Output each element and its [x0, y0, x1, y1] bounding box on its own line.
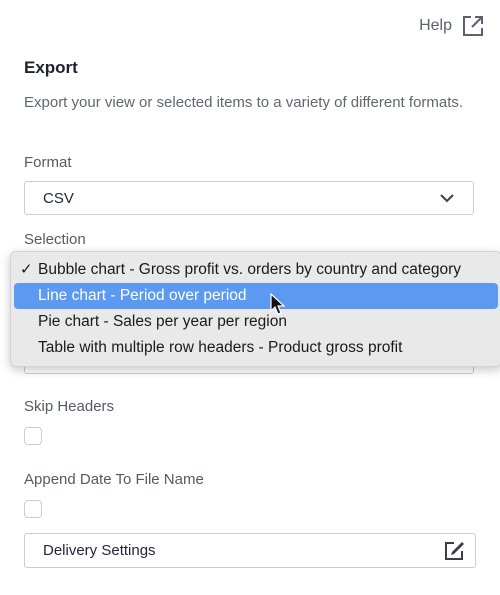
delivery-settings-label: Delivery Settings: [43, 542, 156, 559]
delivery-settings-button[interactable]: Delivery Settings: [24, 533, 476, 568]
chevron-down-icon: [440, 194, 454, 203]
panel-description: Export your view or selected items to a …: [24, 94, 464, 111]
checkmark-icon: ✓: [20, 261, 33, 278]
export-panel: Help Export Export your view or selected…: [0, 0, 500, 595]
skip-headers-label: Skip Headers: [24, 398, 115, 415]
append-date-checkbox[interactable]: [24, 500, 42, 518]
menu-item-label: Table with multiple row headers - Produc…: [38, 339, 403, 356]
help-link[interactable]: Help: [419, 15, 484, 37]
external-link-icon: [463, 16, 483, 36]
menu-item-line-chart[interactable]: Line chart - Period over period: [14, 283, 498, 309]
menu-item-label: Line chart - Period over period: [38, 287, 247, 304]
menu-item-table[interactable]: Table with multiple row headers - Produc…: [14, 335, 498, 361]
menu-item-label: Pie chart - Sales per year per region: [38, 313, 287, 330]
format-label: Format: [24, 154, 72, 171]
menu-item-bubble-chart[interactable]: ✓ Bubble chart - Gross profit vs. orders…: [14, 257, 498, 283]
selection-dropdown-menu: ✓ Bubble chart - Gross profit vs. orders…: [10, 251, 500, 367]
menu-item-label: Bubble chart - Gross profit vs. orders b…: [38, 261, 461, 278]
mouse-cursor-icon: [270, 293, 286, 315]
format-value: CSV: [43, 189, 74, 207]
skip-headers-checkbox[interactable]: [24, 427, 42, 445]
panel-title: Export: [24, 58, 78, 77]
format-select[interactable]: CSV: [24, 181, 474, 215]
edit-icon: [445, 541, 464, 560]
help-label: Help: [419, 17, 452, 34]
selection-label: Selection: [24, 231, 86, 248]
append-date-label: Append Date To File Name: [24, 471, 204, 488]
menu-item-pie-chart[interactable]: Pie chart - Sales per year per region: [14, 309, 498, 335]
